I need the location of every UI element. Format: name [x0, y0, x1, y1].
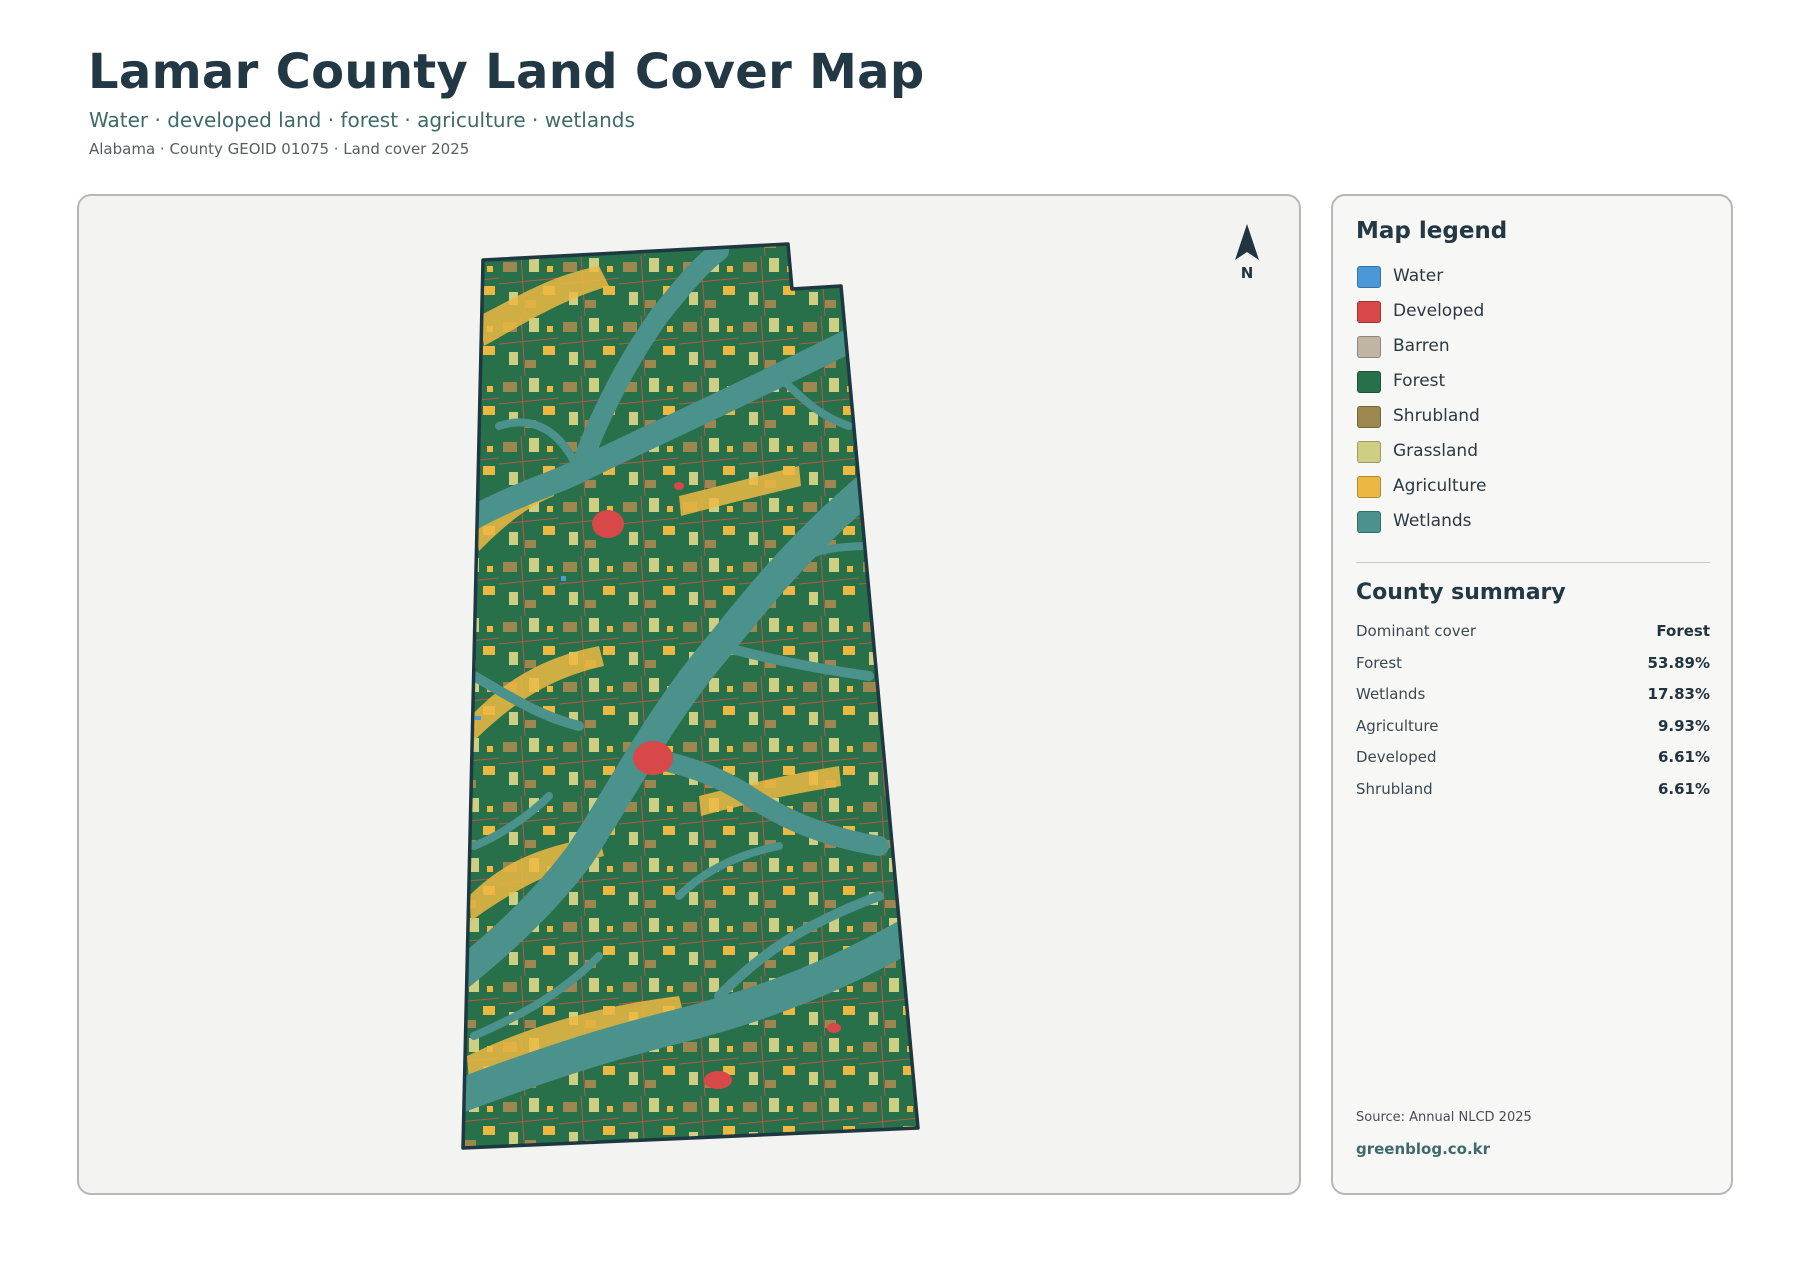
- page-title: Lamar County Land Cover Map: [88, 44, 925, 100]
- source-note: Source: Annual NLCD 2025: [1356, 1110, 1532, 1125]
- summary-title: County summary: [1356, 580, 1566, 605]
- legend-swatch: [1357, 266, 1381, 288]
- legend-panel: Map legend Water Developed Barren Forest…: [1331, 194, 1733, 1195]
- summary-label: Shrubland: [1356, 779, 1433, 798]
- legend-label: Agriculture: [1393, 476, 1487, 496]
- legend-item-barren: Barren: [1357, 336, 1697, 371]
- legend-swatch: [1357, 371, 1381, 393]
- legend-label: Grassland: [1393, 441, 1478, 461]
- legend-item-agriculture: Agriculture: [1357, 476, 1697, 511]
- legend-item-grassland: Grassland: [1357, 441, 1697, 476]
- page-meta: Alabama · County GEOID 01075 · Land cove…: [89, 140, 470, 158]
- summary-value: 9.93%: [1657, 716, 1710, 735]
- legend-item-water: Water: [1357, 266, 1697, 301]
- legend-list: Water Developed Barren Forest Shrubland …: [1357, 266, 1697, 546]
- legend-label: Shrubland: [1393, 406, 1480, 426]
- legend-item-developed: Developed: [1357, 301, 1697, 336]
- summary-value: Forest: [1656, 622, 1710, 640]
- summary-row: Shrubland 6.61%: [1356, 780, 1710, 812]
- county-map[interactable]: [79, 196, 1301, 1195]
- legend-swatch: [1357, 301, 1381, 323]
- legend-label: Barren: [1393, 336, 1450, 356]
- legend-swatch: [1357, 336, 1381, 358]
- summary-row: Wetlands 17.83%: [1356, 685, 1710, 717]
- summary-value: 6.61%: [1657, 748, 1710, 766]
- legend-swatch: [1357, 476, 1381, 498]
- legend-label: Developed: [1393, 301, 1485, 321]
- summary-row: Forest 53.89%: [1356, 654, 1710, 686]
- legend-swatch: [1357, 441, 1381, 463]
- summary-label: Agriculture: [1356, 716, 1439, 735]
- north-label: N: [1240, 264, 1254, 282]
- summary-label: Wetlands: [1356, 685, 1426, 703]
- legend-item-shrubland: Shrubland: [1357, 406, 1697, 441]
- summary-value: 53.89%: [1647, 653, 1710, 672]
- legend-item-wetlands: Wetlands: [1357, 511, 1697, 546]
- map-panel[interactable]: [77, 194, 1301, 1195]
- legend-swatch: [1357, 511, 1381, 533]
- legend-label: Forest: [1393, 371, 1446, 391]
- summary-row: Agriculture 9.93%: [1356, 717, 1710, 749]
- page-subtitle: Water · developed land · forest · agricu…: [89, 108, 635, 132]
- summary-value: 17.83%: [1647, 685, 1710, 703]
- summary-label: Forest: [1356, 653, 1403, 672]
- summary-table: Dominant cover Forest Forest 53.89% Wetl…: [1356, 622, 1710, 811]
- summary-label: Dominant cover: [1356, 622, 1477, 640]
- summary-label: Developed: [1356, 748, 1437, 766]
- summary-row: Developed 6.61%: [1356, 748, 1710, 780]
- legend-swatch: [1357, 406, 1381, 428]
- legend-label: Water: [1393, 266, 1444, 286]
- site-link[interactable]: greenblog.co.kr: [1356, 1140, 1490, 1158]
- summary-value: 6.61%: [1657, 779, 1710, 798]
- summary-row: Dominant cover Forest: [1356, 622, 1710, 654]
- legend-title: Map legend: [1356, 218, 1508, 244]
- legend-divider: [1356, 562, 1710, 563]
- legend-item-forest: Forest: [1357, 371, 1697, 406]
- legend-label: Wetlands: [1393, 511, 1472, 531]
